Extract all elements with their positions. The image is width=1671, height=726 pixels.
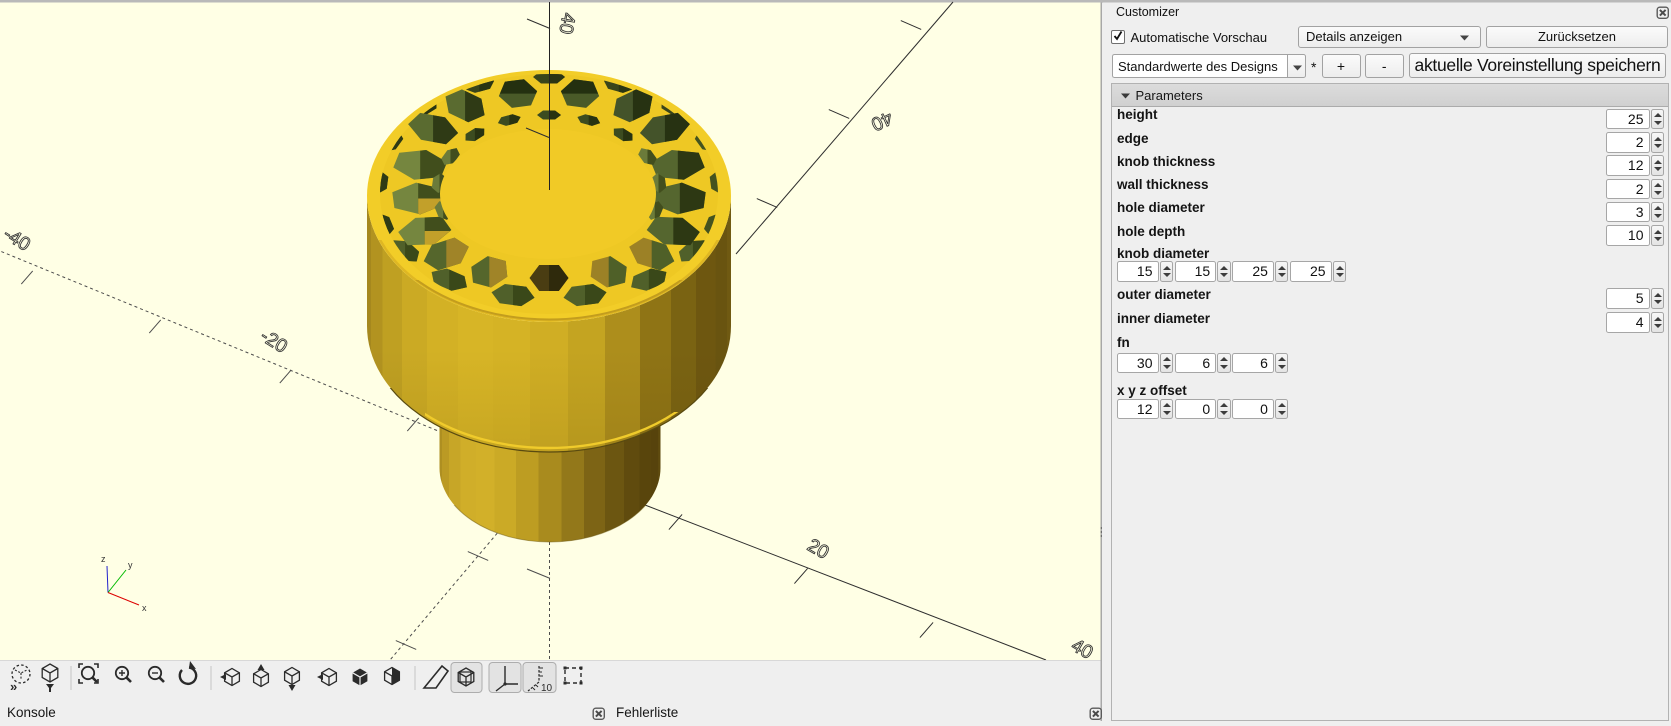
svg-text:y: y <box>128 560 133 570</box>
svg-text:Fehlerliste: Fehlerliste <box>616 705 678 720</box>
svg-text:»: » <box>10 679 17 694</box>
svg-text:x: x <box>142 603 147 613</box>
svg-text:40: 40 <box>554 11 578 35</box>
svg-text:z: z <box>101 554 106 564</box>
svg-text:10: 10 <box>541 683 553 694</box>
svg-text:Konsole: Konsole <box>7 705 56 720</box>
